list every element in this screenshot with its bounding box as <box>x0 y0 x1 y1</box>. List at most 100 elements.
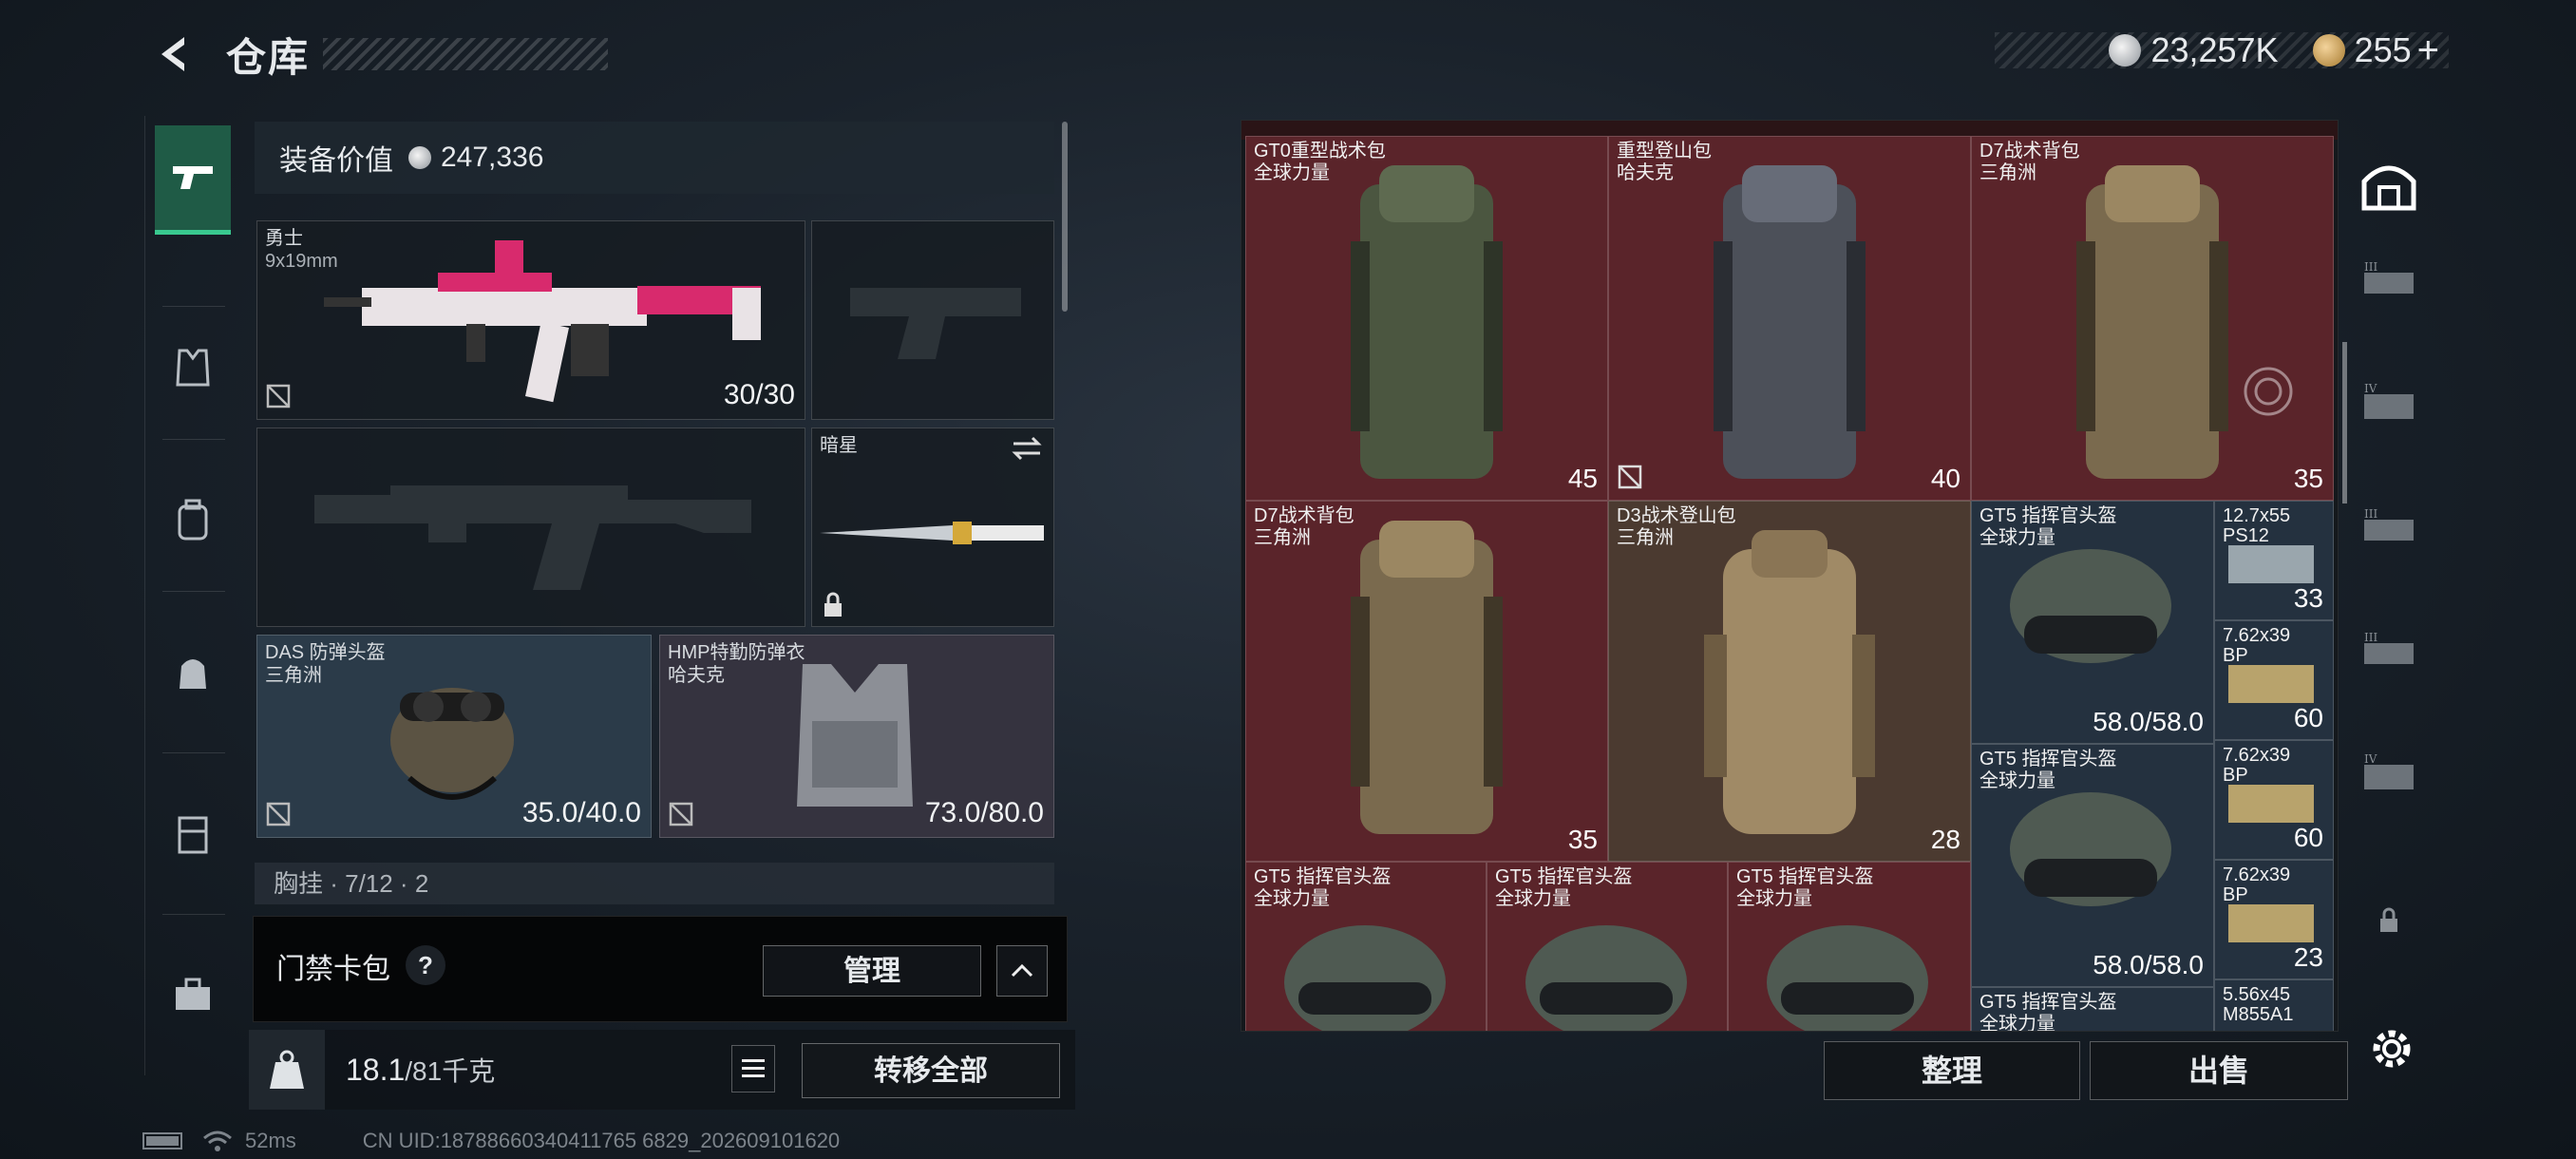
helmet-image <box>1767 925 1928 1031</box>
vest-image <box>797 664 913 807</box>
rail-item-backpack[interactable] <box>155 467 231 572</box>
storage-item[interactable]: D3战术登山包 三角洲 28 <box>1608 501 1971 862</box>
storage-item[interactable]: GT5 指挥官头盔 全球力量 <box>1971 987 2214 1031</box>
storage-item[interactable]: GT5 指挥官头盔 全球力量 58.0/58.0 <box>1971 744 2214 987</box>
svg-text:III: III <box>2364 260 2377 274</box>
item-capacity: 35 <box>2293 464 2323 493</box>
item-name: GT5 指挥官头盔 <box>1979 749 2117 770</box>
tab-level-4-a[interactable]: IV <box>2356 369 2422 435</box>
pistol-silhouette-icon <box>850 288 1021 359</box>
gold-amount: 255 <box>2354 30 2412 69</box>
equipment-value-bar: 装备价值 247,336 <box>255 122 1054 194</box>
tab-locked[interactable] <box>2356 887 2422 954</box>
rail-item-weapons[interactable] <box>155 125 231 235</box>
sidearm-slot-empty[interactable] <box>811 220 1054 420</box>
tab-level-3-a[interactable]: III <box>2356 245 2422 312</box>
backpack-image <box>1351 521 1503 834</box>
ammo-item[interactable]: 12.7x55 PS12 33 <box>2214 501 2334 620</box>
weight-current: 18.1 <box>346 1053 406 1087</box>
backpack-image <box>1714 165 1866 479</box>
backpack-image <box>2076 165 2228 479</box>
lock-icon <box>2380 907 2397 932</box>
ammo-item[interactable]: 5.56x45 M855A1 <box>2214 979 2334 1031</box>
tab-level-3-b[interactable]: III <box>2356 492 2422 559</box>
status-line: 52ms CN UID:18788660340411765 6829_20260… <box>142 1129 840 1153</box>
expand-button[interactable] <box>996 945 1048 997</box>
item-maker: 三角洲 <box>1617 527 1674 548</box>
help-button[interactable]: ? <box>406 945 445 985</box>
helmet-slot[interactable]: DAS 防弹头盔 三角洲 35.0/40.0 <box>256 635 652 838</box>
ammo-count: 23 <box>2293 942 2323 972</box>
add-currency-button[interactable]: + <box>2417 29 2439 72</box>
storage-item[interactable]: GT5 指挥官头盔 全球力量 58.0/58.0 <box>1971 501 2214 744</box>
ammo-item[interactable]: 7.62x39 BP 23 <box>2214 860 2334 979</box>
helmet-name: DAS 防弹头盔 <box>265 642 386 663</box>
item-name: GT5 指挥官头盔 <box>1979 992 2117 1013</box>
no-insurance-icon <box>266 384 291 408</box>
ammo-box-image <box>2228 545 2314 583</box>
no-insurance-icon <box>266 802 291 826</box>
item-durability: 58.0/58.0 <box>2093 707 2204 736</box>
melee-name: 暗星 <box>820 435 858 456</box>
storage-item[interactable]: D7战术背包 三角洲 35 <box>1245 501 1608 862</box>
melee-slot[interactable]: 暗星 <box>811 428 1054 627</box>
case-icon <box>178 816 208 854</box>
ammo-item[interactable]: 7.62x39 BP 60 <box>2214 620 2334 740</box>
silver-coin-icon <box>2109 34 2142 66</box>
tab-level-4-b[interactable]: IV <box>2356 739 2422 806</box>
svg-text:IV: IV <box>2364 382 2377 395</box>
tab-level-3-c[interactable]: III <box>2356 616 2422 682</box>
item-name: GT5 指挥官头盔 <box>1736 866 1874 887</box>
storage-item[interactable]: D7战术背包 三角洲 35 <box>1971 136 2334 501</box>
ammo-item[interactable]: 7.62x39 BP 60 <box>2214 740 2334 860</box>
pistol-icon <box>173 166 213 189</box>
item-capacity: 40 <box>1930 464 1960 493</box>
vest-icon <box>176 349 210 387</box>
rail-item-case[interactable] <box>155 781 231 885</box>
smg-image <box>324 240 761 403</box>
knife-image <box>820 522 1044 544</box>
item-capacity: 45 <box>1567 464 1598 493</box>
chest-rig-row[interactable]: 胸挂 · 7/12 · 2 <box>255 863 1054 904</box>
back-arrow-icon[interactable] <box>152 31 198 77</box>
gear-icon[interactable] <box>2365 1022 2418 1075</box>
rail-item-armor[interactable] <box>155 315 231 420</box>
sort-button[interactable]: 整理 <box>1824 1041 2080 1100</box>
ammo-type: M855A1 <box>2223 1004 2294 1025</box>
tab-all-storage[interactable] <box>2356 152 2422 218</box>
ammo-caliber: 12.7x55 <box>2223 505 2291 526</box>
loadout-panel: 装备价值 247,336 勇士 9x19mm 30/30 暗星 DAS 防弹头盔… <box>249 122 1056 920</box>
helmet-image <box>2010 792 2171 906</box>
storage-item[interactable]: GT0重型战术包 全球力量 45 <box>1245 136 1608 501</box>
level-3-container-icon: III <box>2364 260 2414 294</box>
swap-icon[interactable] <box>1010 434 1044 463</box>
header: 仓库 <box>152 21 609 87</box>
primary-weapon-slot[interactable]: 勇士 9x19mm 30/30 <box>256 220 805 420</box>
rail-item-bag[interactable] <box>155 619 231 724</box>
level-4-container-icon: IV <box>2364 382 2414 419</box>
transfer-all-button[interactable]: 转移全部 <box>802 1043 1060 1098</box>
storage-item[interactable]: GT5 指挥官头盔 全球力量 <box>1487 862 1728 1031</box>
item-name: GT5 指挥官头盔 <box>1254 866 1392 887</box>
no-insurance-icon <box>1618 465 1642 489</box>
list-view-button[interactable] <box>731 1045 775 1092</box>
svg-text:IV: IV <box>2364 752 2377 766</box>
storage-item[interactable]: GT5 指挥官头盔 全球力量 <box>1245 862 1487 1031</box>
armor-maker: 哈夫克 <box>668 665 725 686</box>
sell-button[interactable]: 出售 <box>2090 1041 2348 1100</box>
manage-button[interactable]: 管理 <box>763 945 981 997</box>
ammo-caliber: 7.62x39 <box>2223 625 2291 646</box>
loadout-scrollbar[interactable] <box>1062 122 1068 312</box>
storage-item[interactable]: GT5 指挥官头盔 全球力量 <box>1728 862 1971 1031</box>
backpack-image <box>1704 530 1875 834</box>
item-name: D7战术背包 <box>1254 505 1354 526</box>
item-maker: 全球力量 <box>1495 888 1571 909</box>
svg-text:III: III <box>2364 631 2377 644</box>
item-maker: 全球力量 <box>1736 888 1812 909</box>
storage-item[interactable]: 重型登山包 哈夫克 40 <box>1608 136 1971 501</box>
armor-name: HMP特勤防弹衣 <box>668 642 805 663</box>
rail-item-toolbox[interactable] <box>155 942 231 1047</box>
armor-slot[interactable]: HMP特勤防弹衣 哈夫克 73.0/80.0 <box>659 635 1054 838</box>
secondary-weapon-slot-empty[interactable] <box>256 428 805 627</box>
silver-amount: 23,257K <box>2150 30 2279 69</box>
